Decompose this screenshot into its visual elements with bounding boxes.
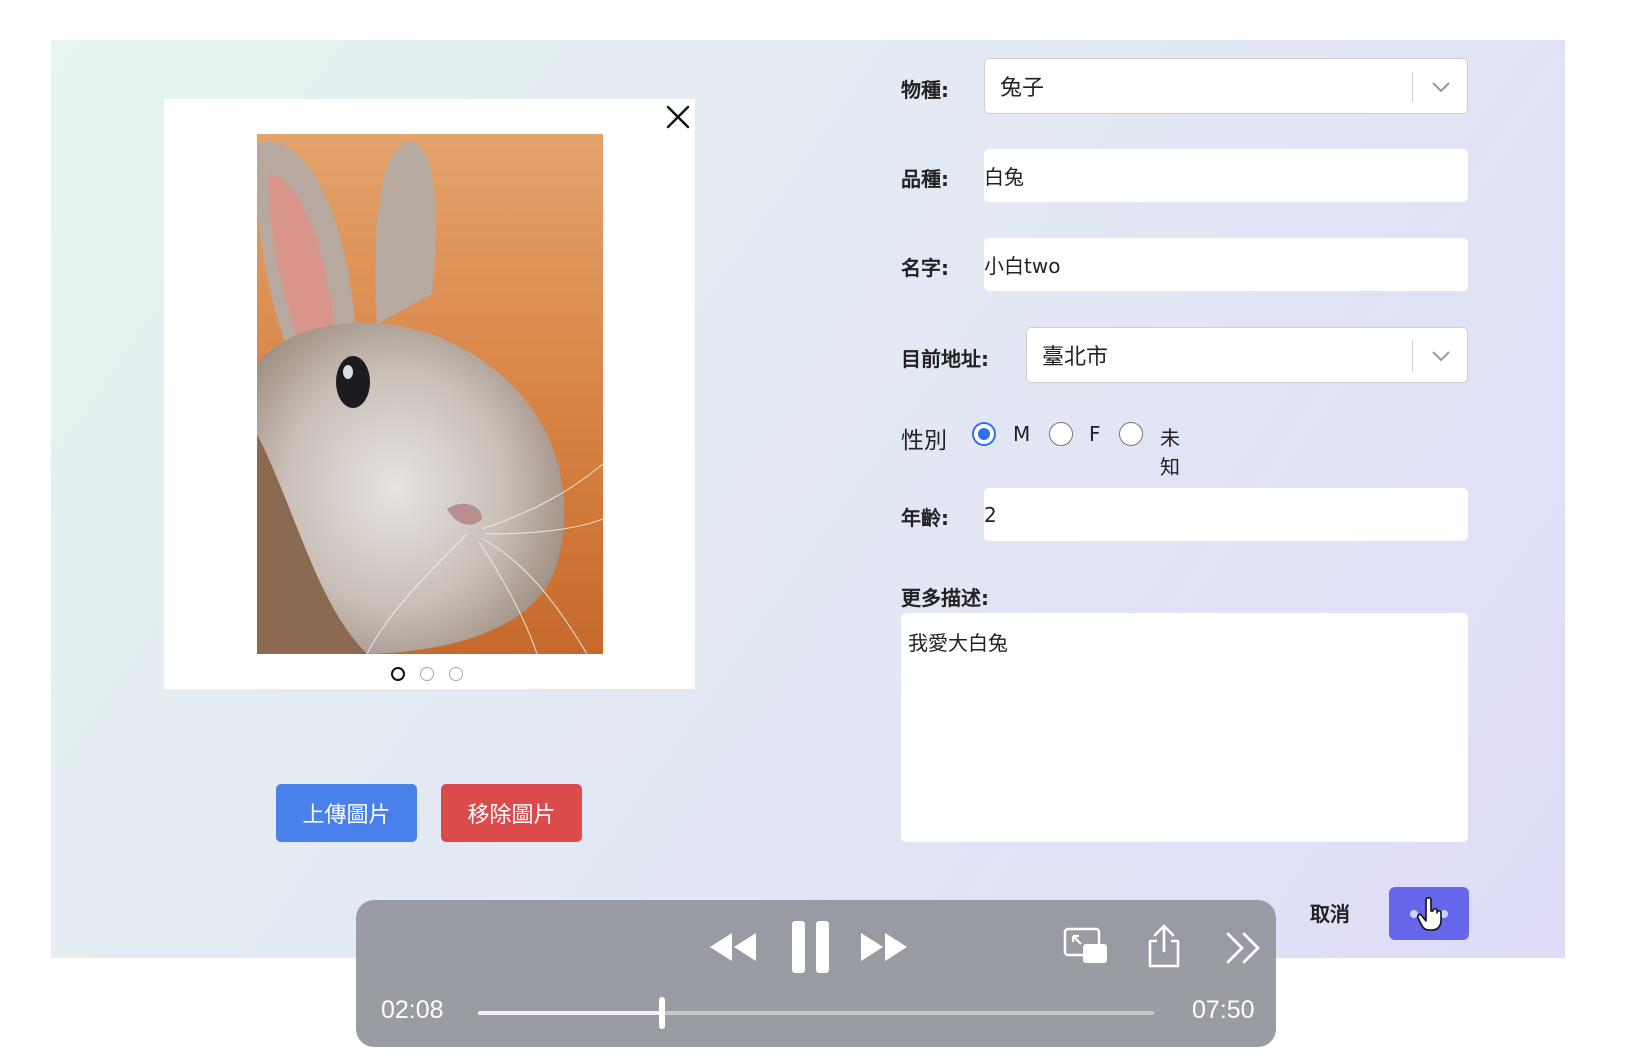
chevron-down-icon[interactable] <box>1430 77 1452 97</box>
gender-option-f: F <box>1089 422 1101 446</box>
address-select[interactable]: 臺北市 <box>1026 327 1468 383</box>
gender-option-m: M <box>1013 422 1031 446</box>
name-label: 名字: <box>901 256 949 280</box>
select-separator <box>1412 72 1413 102</box>
fast-forward-icon[interactable] <box>859 927 909 972</box>
address-value: 臺北市 <box>1042 345 1109 370</box>
gender-radio-unknown[interactable] <box>1119 422 1143 446</box>
gender-radio-f[interactable] <box>1049 422 1073 446</box>
cancel-button[interactable]: 取消 <box>1310 898 1350 927</box>
pause-icon[interactable] <box>789 919 833 980</box>
carousel-dot-3[interactable] <box>449 667 463 681</box>
total-time: 07:50 <box>1192 996 1255 1024</box>
gender-radio-m[interactable] <box>972 422 996 446</box>
progress-handle[interactable] <box>659 997 666 1029</box>
species-value: 兔子 <box>1000 76 1045 101</box>
progress-scrubber[interactable] <box>478 997 1154 1029</box>
current-time: 02:08 <box>381 996 444 1024</box>
gender-label: 性別 <box>901 428 947 454</box>
select-separator <box>1412 341 1413 371</box>
close-icon[interactable] <box>664 103 692 131</box>
rewind-icon[interactable] <box>708 927 758 972</box>
breed-value: 白兔 <box>984 165 1024 189</box>
address-label: 目前地址: <box>901 347 989 371</box>
progress-fill <box>478 1011 663 1015</box>
description-textarea[interactable]: 我愛大白兔 <box>901 613 1468 842</box>
age-input[interactable]: 2 <box>984 488 1468 541</box>
image-carousel <box>164 99 695 689</box>
carousel-dot-1[interactable] <box>391 667 405 681</box>
breed-input[interactable]: 白兔 <box>984 149 1468 202</box>
gender-option-unknown: 未知 <box>1160 426 1180 479</box>
picture-in-picture-icon[interactable] <box>1063 926 1109 971</box>
remove-image-button[interactable]: 移除圖片 <box>441 784 582 842</box>
pet-photo <box>257 134 603 654</box>
age-value: 2 <box>984 502 997 527</box>
chevron-down-icon[interactable] <box>1430 346 1452 366</box>
submit-button[interactable] <box>1389 887 1469 940</box>
carousel-dot-2[interactable] <box>420 667 434 681</box>
more-chevrons-icon[interactable] <box>1224 930 1264 971</box>
pointer-cursor-icon <box>1410 896 1448 931</box>
name-input[interactable]: 小白two <box>984 238 1468 291</box>
age-label: 年齡: <box>901 506 949 530</box>
species-label: 物種: <box>901 78 949 102</box>
media-player: 02:08 07:50 <box>356 900 1276 1047</box>
species-select[interactable]: 兔子 <box>984 58 1468 114</box>
share-icon[interactable] <box>1146 923 1182 974</box>
description-label: 更多描述: <box>901 586 989 610</box>
upload-image-button[interactable]: 上傳圖片 <box>276 784 417 842</box>
name-value: 小白two <box>984 254 1061 278</box>
breed-label: 品種: <box>901 167 949 191</box>
